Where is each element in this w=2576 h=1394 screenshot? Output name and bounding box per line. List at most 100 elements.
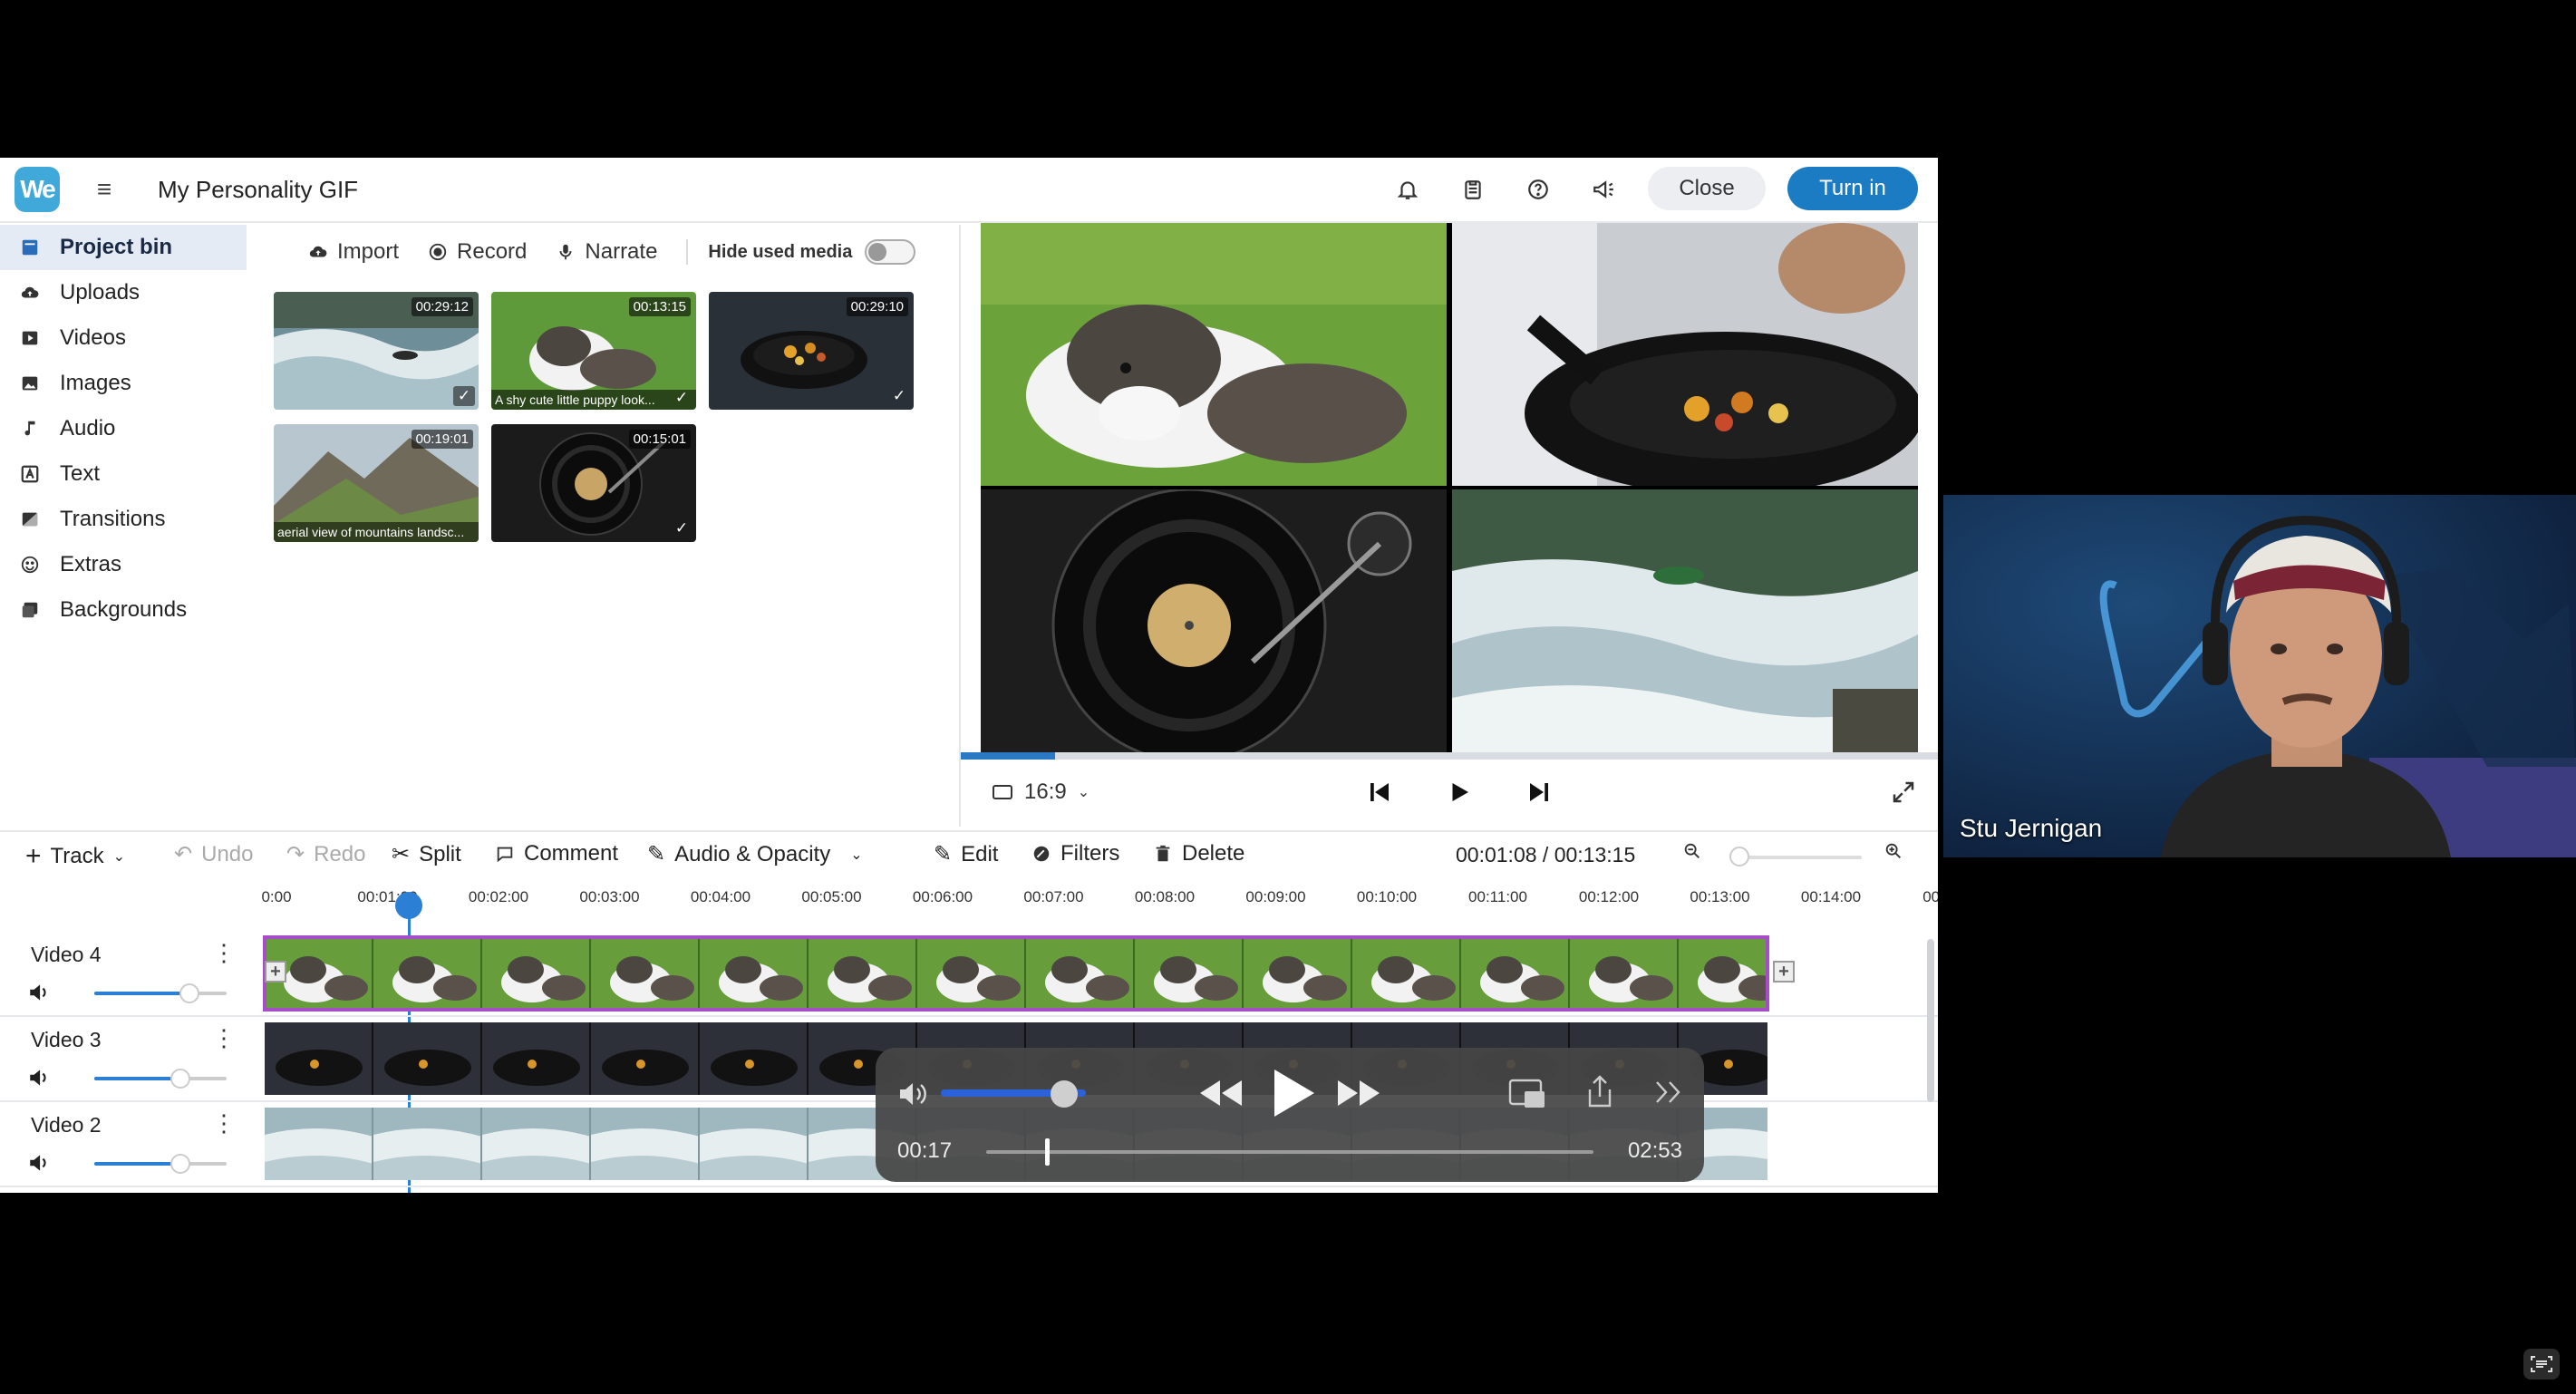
track-volume-handle[interactable]	[179, 983, 200, 1003]
more-options-icon[interactable]: ⋮	[212, 1024, 236, 1052]
fullscreen-button[interactable]	[1887, 776, 1920, 808]
track-volume-slider[interactable]	[94, 1077, 227, 1080]
video-editor-window: We ≡ My Personality GIF Close Turn in Pr…	[0, 158, 1938, 1193]
hamburger-menu-icon[interactable]: ≡	[91, 176, 118, 203]
media-thumb-mountains[interactable]: 00:19:01 aerial view of mountains landsc…	[274, 424, 479, 542]
track-name[interactable]: Video 4	[31, 943, 102, 967]
sidebar-item-label: Project bin	[60, 235, 173, 259]
sidebar-item-extras[interactable]: Extras	[0, 542, 247, 587]
audio-opacity-button[interactable]: ✎ Audio & Opacity ⌄	[647, 841, 863, 867]
zoom-in-icon[interactable]	[1884, 841, 1903, 861]
media-thumb-cooking[interactable]: 00:29:10 ✓	[709, 292, 914, 410]
sidebar-item-uploads[interactable]: Uploads	[0, 270, 247, 315]
player-volume-handle[interactable]	[1051, 1080, 1078, 1108]
rewind-icon[interactable]	[1198, 1077, 1244, 1109]
clip-add-after-icon[interactable]: +	[1773, 961, 1795, 983]
player-play-icon[interactable]	[1267, 1066, 1318, 1120]
media-thumb-turntable[interactable]: 00:15:01 ✓	[491, 424, 696, 542]
preview-progress-fill	[961, 752, 1055, 760]
text-icon	[20, 464, 40, 484]
undo-button[interactable]: ↶ Undo	[174, 841, 253, 867]
help-icon[interactable]	[1523, 174, 1554, 205]
narrate-button[interactable]: Narrate	[556, 239, 657, 265]
ruler-tick: 00:07:00	[1023, 888, 1084, 905]
sidebar-item-text[interactable]: Text	[0, 451, 247, 497]
microphone-icon	[559, 244, 572, 260]
plus-icon: +	[25, 841, 42, 871]
delete-button[interactable]: Delete	[1153, 841, 1244, 866]
ruler-tick: 00:06:00	[912, 888, 973, 905]
sidebar-item-label: Images	[60, 371, 131, 395]
volume-icon[interactable]	[27, 981, 51, 1004]
sidebar-item-project-bin[interactable]: Project bin	[0, 225, 247, 270]
hide-used-media-toggle[interactable]	[865, 239, 916, 265]
clip-add-before-icon[interactable]: +	[265, 961, 286, 983]
project-title[interactable]: My Personality GIF	[158, 176, 358, 204]
media-thumb-kayak[interactable]: 00:29:12 ✓	[274, 292, 479, 410]
share-icon[interactable]	[1584, 1073, 1615, 1109]
player-scrub-handle[interactable]	[1045, 1138, 1050, 1166]
ruler-tick: 00:05:00	[801, 888, 862, 905]
timeline-ruler[interactable]: 0:00 00:01:00 00:02:00 00:03:00 00:04:00 00:0…	[0, 881, 1938, 908]
announcement-icon[interactable]	[1588, 174, 1619, 205]
play-button[interactable]	[1443, 776, 1476, 808]
sidebar-item-backgrounds[interactable]: Backgrounds	[0, 587, 247, 633]
track-volume-handle[interactable]	[169, 1154, 190, 1174]
speaker-icon[interactable]	[897, 1080, 930, 1108]
video-preview[interactable]	[981, 223, 1918, 752]
track-name[interactable]: Video 3	[31, 1028, 102, 1052]
comment-button[interactable]: Comment	[495, 841, 618, 866]
cloud-upload-icon	[309, 246, 327, 257]
volume-icon[interactable]	[27, 1066, 51, 1089]
pencil-icon: ✎	[647, 842, 666, 866]
track-name[interactable]: Video 2	[31, 1113, 102, 1137]
preview-progress-bar[interactable]	[961, 752, 1938, 760]
track-volume-slider[interactable]	[94, 992, 227, 995]
player-scrub-bar[interactable]	[986, 1150, 1593, 1154]
wevideo-logo[interactable]: We	[15, 167, 60, 212]
used-check-icon: ✓	[674, 519, 689, 537]
more-options-icon[interactable]: ⋮	[212, 1109, 236, 1137]
ruler-tick: 00:10:00	[1356, 888, 1418, 905]
picture-in-picture-icon[interactable]	[1508, 1077, 1546, 1109]
import-button[interactable]: Import	[308, 239, 399, 265]
ruler-tick: 00:13:00	[1690, 888, 1750, 905]
skip-back-button[interactable]	[1363, 776, 1396, 808]
turn-in-button[interactable]: Turn in	[1787, 167, 1918, 210]
close-button[interactable]: Close	[1648, 167, 1766, 210]
more-options-icon[interactable]: ⋮	[212, 939, 236, 967]
sidebar-item-videos[interactable]: Videos	[0, 315, 247, 361]
volume-icon[interactable]	[27, 1151, 51, 1175]
sidebar-item-label: Backgrounds	[60, 597, 188, 622]
sidebar-item-images[interactable]: Images	[0, 361, 247, 406]
record-button[interactable]: Record	[428, 239, 527, 265]
playhead-handle[interactable]	[395, 892, 422, 919]
split-button[interactable]: ✂ Split	[392, 841, 461, 867]
aspect-ratio-select[interactable]: 16:9 ⌄	[992, 779, 1089, 805]
edit-button[interactable]: ✎ Edit	[934, 841, 998, 867]
track-volume-slider[interactable]	[94, 1162, 227, 1166]
timeline-scrollbar[interactable]	[1927, 939, 1934, 1102]
track-volume-handle[interactable]	[169, 1069, 190, 1089]
music-note-icon	[20, 419, 40, 439]
live-text-icon[interactable]	[2523, 1349, 2560, 1379]
add-track-button[interactable]: + Track ⌄	[25, 841, 125, 872]
media-thumb-puppy[interactable]: 00:13:15 A shy cute little puppy look...…	[491, 292, 696, 410]
bell-icon[interactable]	[1392, 174, 1423, 205]
sidebar-item-audio[interactable]: Audio	[0, 406, 247, 451]
ruler-tick: 00:11:00	[1468, 888, 1527, 905]
zoom-slider-handle[interactable]	[1729, 847, 1749, 866]
fast-forward-icon[interactable]	[1336, 1077, 1381, 1109]
timeline-clip[interactable]	[263, 935, 1769, 1012]
filters-button[interactable]: Filters	[1031, 841, 1119, 866]
panel-divider[interactable]	[959, 225, 961, 827]
clipboard-icon[interactable]	[1457, 174, 1488, 205]
redo-button[interactable]: ↷ Redo	[286, 841, 365, 867]
hide-used-media: Hide used media	[686, 239, 916, 265]
skip-forward-button[interactable]	[1523, 776, 1555, 808]
zoom-out-icon[interactable]	[1682, 841, 1702, 861]
zoom-slider[interactable]	[1731, 856, 1862, 859]
transitions-icon	[20, 509, 40, 529]
sidebar-item-transitions[interactable]: Transitions	[0, 497, 247, 542]
more-controls-icon[interactable]	[1653, 1079, 1684, 1106]
